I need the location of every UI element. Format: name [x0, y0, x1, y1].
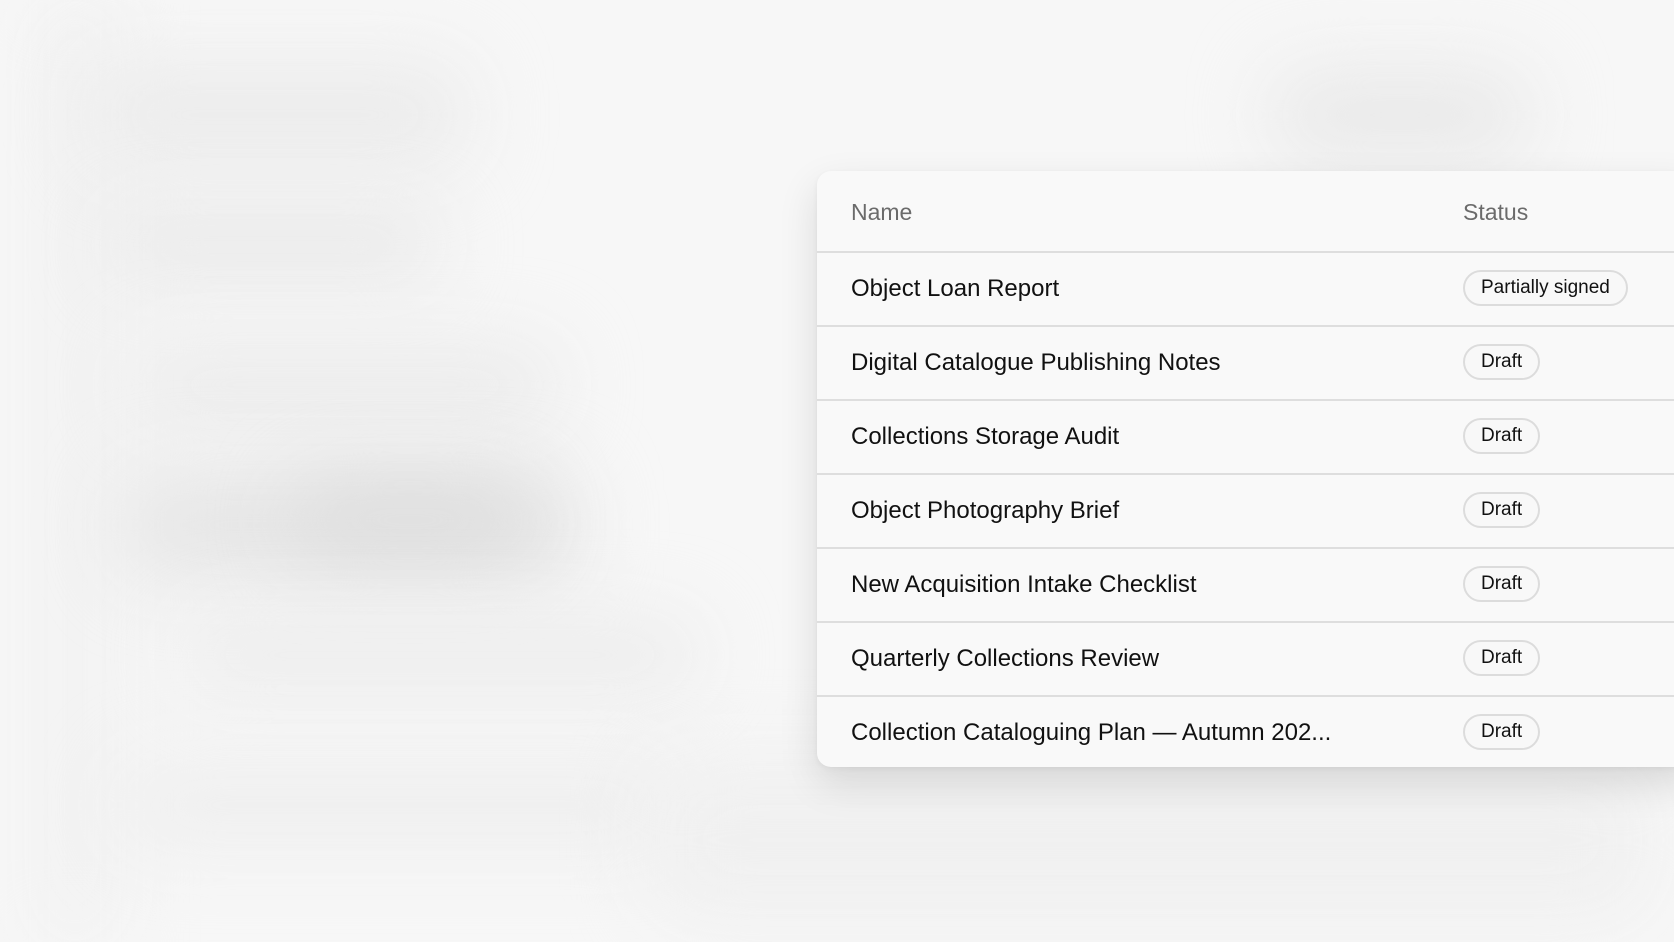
background-blur-shape — [130, 345, 560, 425]
document-name[interactable]: Object Photography Brief — [851, 497, 1119, 525]
document-name[interactable]: Collection Cataloguing Plan — Autumn 202… — [851, 719, 1331, 747]
table-row[interactable]: Collections Storage Audit Draft — [817, 401, 1674, 475]
table-row[interactable]: Digital Catalogue Publishing Notes Draft — [817, 327, 1674, 401]
status-badge: Partially signed — [1463, 270, 1628, 306]
table-row[interactable]: Object Loan Report Partially signed — [817, 253, 1674, 327]
documents-table-panel: Name Status Object Loan Report Partially… — [817, 171, 1674, 767]
document-name[interactable]: Object Loan Report — [851, 275, 1059, 303]
status-badge: Draft — [1463, 418, 1541, 454]
table-row[interactable]: New Acquisition Intake Checklist Draft — [817, 549, 1674, 623]
table-row[interactable]: Collection Cataloguing Plan — Autumn 202… — [817, 697, 1674, 767]
document-name[interactable]: Collections Storage Audit — [851, 423, 1119, 451]
column-header-status[interactable]: Status — [1463, 199, 1528, 226]
background-blur-shape — [90, 60, 470, 170]
document-name[interactable]: New Acquisition Intake Checklist — [851, 571, 1197, 599]
document-name[interactable]: Quarterly Collections Review — [851, 645, 1159, 673]
background-blur-shape — [180, 620, 700, 690]
document-name[interactable]: Digital Catalogue Publishing Notes — [851, 349, 1221, 377]
background-blur-shape — [1270, 70, 1530, 160]
status-badge: Draft — [1463, 344, 1541, 380]
background-blur-shape — [650, 760, 1650, 920]
background-blur-shape — [290, 480, 530, 560]
status-badge: Draft — [1463, 640, 1541, 676]
table-row[interactable]: Quarterly Collections Review Draft — [817, 623, 1674, 697]
column-header-name[interactable]: Name — [851, 199, 912, 226]
status-badge: Draft — [1463, 566, 1541, 602]
table-row[interactable]: Object Photography Brief Draft — [817, 475, 1674, 549]
status-badge: Draft — [1463, 492, 1541, 528]
table-header: Name Status — [817, 171, 1674, 253]
status-badge: Draft — [1463, 714, 1541, 750]
background-blur-shape — [110, 215, 440, 275]
background-blur-shape — [120, 760, 680, 850]
